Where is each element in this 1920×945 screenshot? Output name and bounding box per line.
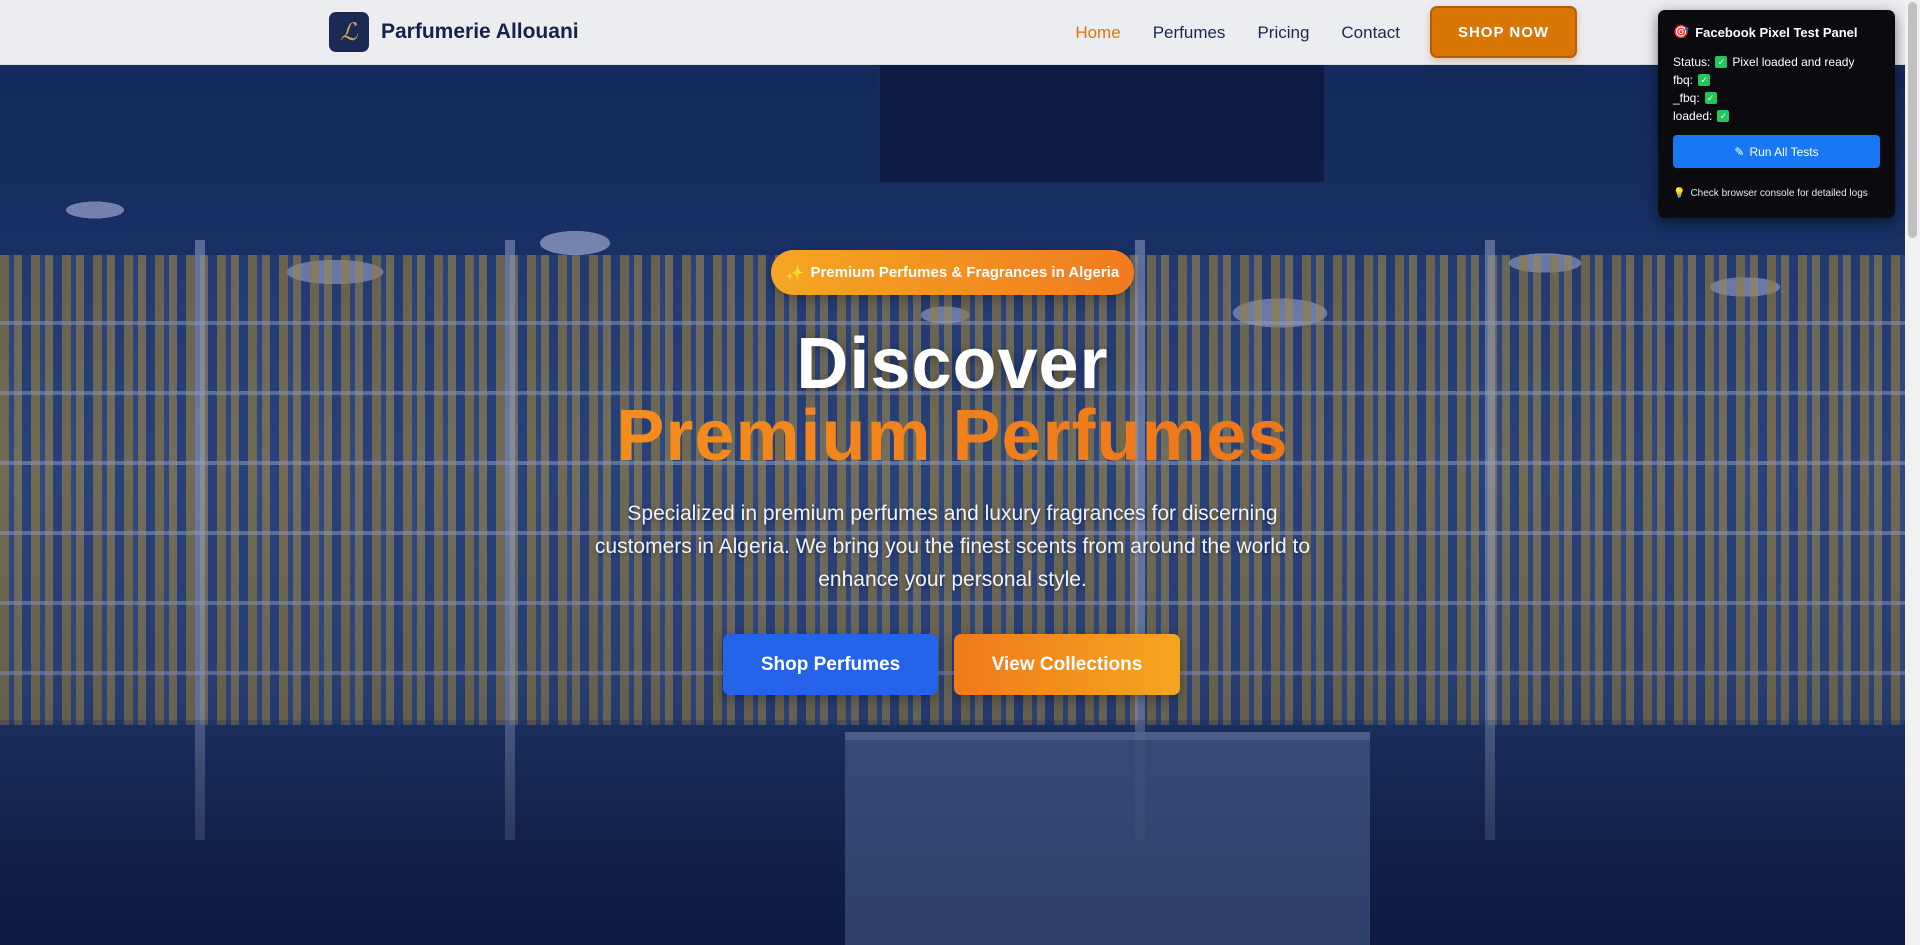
check-icon: ✓ <box>1698 74 1711 86</box>
scrollbar-thumb[interactable] <box>1908 2 1917 238</box>
shop-perfumes-button[interactable]: Shop Perfumes <box>723 634 938 695</box>
lightbulb-icon: 💡 <box>1673 188 1686 199</box>
view-collections-button[interactable]: View Collections <box>954 634 1180 695</box>
nav-contact[interactable]: Contact <box>1341 23 1400 43</box>
check-icon: ✓ <box>1717 110 1730 122</box>
pixel-panel-hint-text: Check browser console for detailed logs <box>1690 188 1868 199</box>
nav-perfumes[interactable]: Perfumes <box>1153 23 1226 43</box>
hero-headline-line2: Premium Perfumes <box>0 394 1905 478</box>
status-value: Pixel loaded and ready <box>1732 55 1855 69</box>
pixel-fbq-row: fbq: ✓ <box>1673 71 1880 89</box>
site-header: ℒ Parfumerie Allouani Home Perfumes Pric… <box>0 0 1920 65</box>
brand[interactable]: ℒ Parfumerie Allouani <box>329 12 579 52</box>
main-nav: Home Perfumes Pricing Contact <box>1075 0 1400 65</box>
pixel-test-panel: 🎯 Facebook Pixel Test Panel Status: ✓ Pi… <box>1658 10 1895 218</box>
pixel-_fbq-row: _fbq: ✓ <box>1673 89 1880 107</box>
sparkle-icon: ✨ <box>785 264 805 282</box>
run-all-tests-label: Run All Tests <box>1749 144 1819 159</box>
hero-badge: ✨ Premium Perfumes & Fragrances in Alger… <box>771 250 1134 295</box>
nav-home[interactable]: Home <box>1075 23 1120 43</box>
hero-badge-text: Premium Perfumes & Fragrances in Algeria <box>810 264 1120 281</box>
shop-now-button[interactable]: SHOP NOW <box>1430 6 1577 58</box>
nav-pricing[interactable]: Pricing <box>1257 23 1309 43</box>
check-icon: ✓ <box>1715 56 1728 68</box>
pixel-panel-title: 🎯 Facebook Pixel Test Panel <box>1673 24 1880 40</box>
brand-logo-icon[interactable]: ℒ <box>329 12 369 52</box>
page-scrollbar[interactable] <box>1905 0 1920 945</box>
hero-cta-row: Shop Perfumes View Collections <box>723 634 1180 695</box>
check-icon: ✓ <box>1704 92 1717 104</box>
brand-name[interactable]: Parfumerie Allouani <box>381 20 579 44</box>
fbq-label: fbq: <box>1673 73 1694 87</box>
pencil-icon: ✎ <box>1734 144 1745 159</box>
target-icon: 🎯 <box>1673 24 1690 39</box>
_fbq-label: _fbq: <box>1673 91 1700 105</box>
pixel-panel-hint: 💡 Check browser console for detailed log… <box>1673 188 1880 199</box>
pixel-loaded-row: loaded: ✓ <box>1673 107 1880 125</box>
loaded-label: loaded: <box>1673 109 1713 123</box>
status-label: Status: <box>1673 55 1711 69</box>
run-all-tests-button[interactable]: ✎ Run All Tests <box>1673 135 1880 168</box>
pixel-panel-title-text: Facebook Pixel Test Panel <box>1695 24 1858 40</box>
hero-subtitle: Specialized in premium perfumes and luxu… <box>594 502 1311 591</box>
pixel-status-row: Status: ✓ Pixel loaded and ready <box>1673 53 1880 71</box>
